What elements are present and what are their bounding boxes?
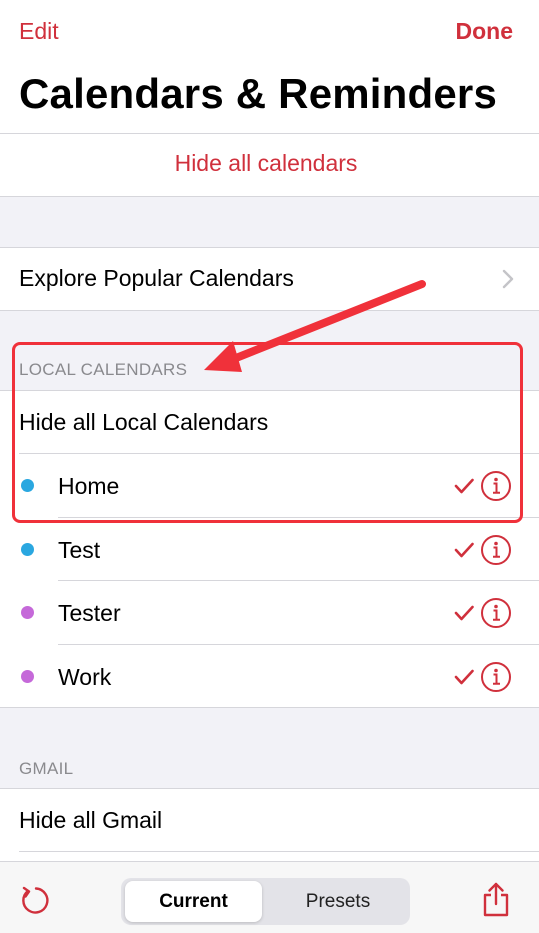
checkmark-icon[interactable] bbox=[453, 666, 475, 688]
calendar-color-dot bbox=[21, 670, 34, 683]
divider bbox=[58, 644, 539, 645]
segment-presets[interactable]: Presets bbox=[268, 891, 408, 913]
edit-button[interactable]: Edit bbox=[19, 18, 59, 45]
explore-popular-calendars-label: Explore Popular Calendars bbox=[19, 265, 294, 291]
divider bbox=[58, 580, 539, 581]
hide-all-gmail-button[interactable]: Hide all Gmail bbox=[19, 807, 162, 834]
section-header-gmail: GMAIL bbox=[19, 759, 74, 778]
info-icon[interactable] bbox=[480, 534, 512, 566]
divider bbox=[0, 707, 539, 708]
calendar-name-test[interactable]: Test bbox=[58, 537, 100, 564]
refresh-icon[interactable] bbox=[19, 882, 51, 918]
annotation-highlight-box bbox=[12, 342, 523, 523]
done-button[interactable]: Done bbox=[456, 18, 514, 45]
calendar-color-dot bbox=[21, 543, 34, 556]
hide-all-calendars-button[interactable]: Hide all calendars bbox=[0, 150, 532, 177]
checkmark-icon[interactable] bbox=[453, 539, 475, 561]
checkmark-icon[interactable] bbox=[453, 602, 475, 624]
calendar-name-tester[interactable]: Tester bbox=[58, 600, 121, 627]
calendar-color-dot bbox=[21, 606, 34, 619]
page-title: Calendars & Reminders bbox=[19, 70, 498, 117]
info-icon[interactable] bbox=[480, 661, 512, 693]
divider bbox=[0, 196, 539, 197]
divider bbox=[0, 310, 539, 311]
calendar-name-work[interactable]: Work bbox=[58, 664, 111, 691]
share-icon[interactable] bbox=[480, 880, 512, 918]
chevron-right-icon bbox=[502, 269, 514, 289]
segment-current-label: Current bbox=[159, 891, 228, 912]
info-icon[interactable] bbox=[480, 597, 512, 629]
divider bbox=[19, 851, 539, 852]
